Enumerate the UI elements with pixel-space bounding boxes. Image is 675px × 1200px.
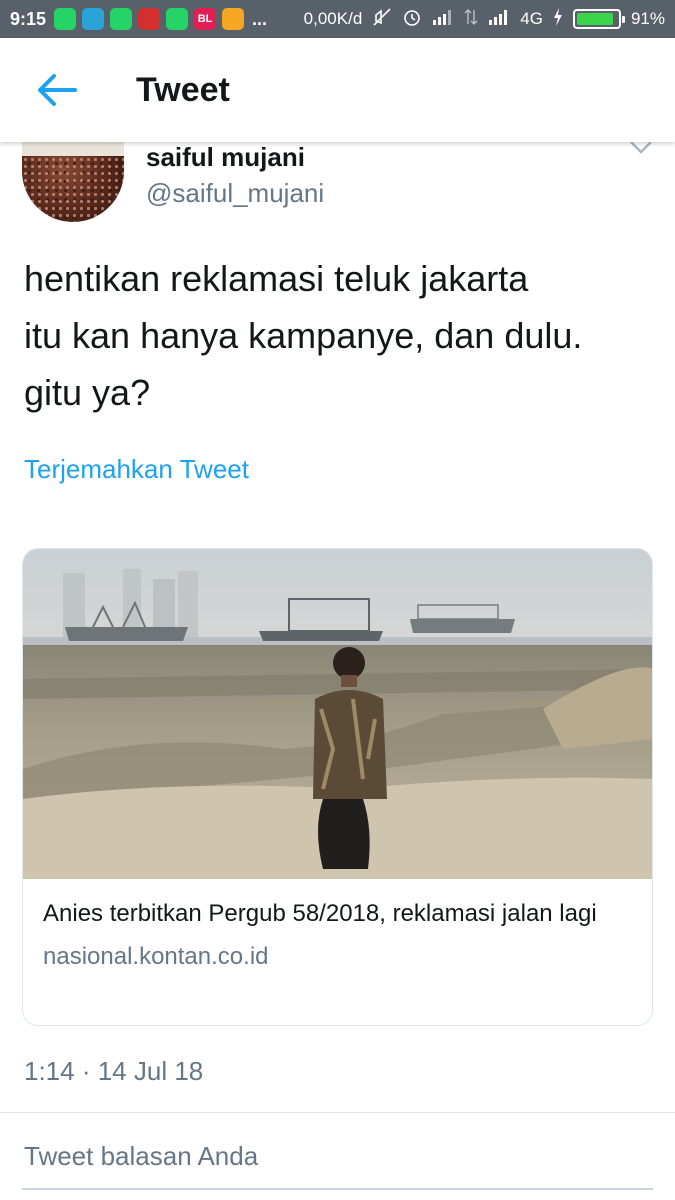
author-name[interactable]: saiful mujani — [146, 142, 305, 173]
telegram-icon — [82, 8, 105, 30]
link-card[interactable]: Anies terbitkan Pergub 58/2018, reklamas… — [22, 548, 653, 1026]
status-time: 9:15 — [10, 8, 47, 29]
notification-icons: BL — [54, 8, 245, 30]
status-bar: 9:15 BL ... 0,00K/d 4G 91% — [0, 0, 675, 38]
tweet-text: hentikan reklamasi teluk jakarta itu kan… — [24, 258, 583, 413]
app-icon-orange — [222, 8, 245, 30]
card-title: Anies terbitkan Pergub 58/2018, reklamas… — [43, 900, 597, 927]
app-icon-red — [138, 8, 161, 30]
tweet-author: saiful mujani @saiful_mujani — [0, 134, 675, 227]
whatsapp-icon — [110, 8, 133, 30]
battery-percent: 91% — [630, 9, 665, 28]
divider — [0, 1112, 675, 1113]
tweet-timestamp: 1:14 · 14 Jul 18 — [24, 1056, 204, 1086]
bukalapak-icon: BL — [194, 8, 217, 30]
avatar[interactable] — [22, 134, 124, 222]
data-transfer-icon — [464, 8, 478, 31]
more-options-button[interactable] — [629, 140, 653, 159]
mute-icon — [372, 7, 392, 32]
more-notifications: ... — [252, 8, 268, 29]
status-right: 0,00K/d 4G 91% — [304, 7, 665, 32]
translate-tweet-link[interactable]: Terjemahkan Tweet — [24, 454, 249, 485]
card-image — [23, 549, 652, 879]
battery-icon — [572, 9, 625, 29]
app-bar: Tweet — [0, 38, 675, 142]
avatar-crowd — [22, 156, 124, 222]
signal-icon — [488, 9, 510, 30]
chevron-down-icon — [630, 141, 652, 154]
network-type: 4G — [520, 9, 543, 28]
reply-input-underline — [22, 1188, 653, 1190]
back-button[interactable] — [22, 55, 92, 125]
charging-icon — [553, 7, 563, 31]
whatsapp-icon — [54, 8, 77, 30]
back-arrow-icon — [38, 74, 77, 106]
author-handle[interactable]: @saiful_mujani — [146, 178, 324, 209]
alarm-icon — [402, 7, 422, 32]
page-title: Tweet — [136, 70, 230, 109]
whatsapp-icon — [166, 8, 189, 30]
battery-level — [576, 13, 614, 25]
network-speed: 0,00K/d — [303, 9, 363, 28]
signal-icon — [432, 9, 454, 30]
reply-input[interactable]: Tweet balasan Anda — [24, 1141, 258, 1172]
card-body: Anies terbitkan Pergub 58/2018, reklamas… — [23, 879, 652, 1025]
card-domain: nasional.kontan.co.id — [43, 943, 269, 970]
